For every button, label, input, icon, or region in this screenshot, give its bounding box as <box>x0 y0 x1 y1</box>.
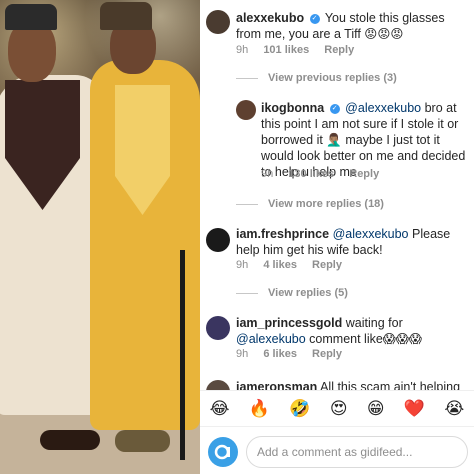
divider-line <box>236 77 258 79</box>
comment-text: iam.freshprince @alexxekubo Please help … <box>236 226 468 258</box>
comment-time: 9h <box>261 168 274 180</box>
left-man-cap <box>5 4 57 30</box>
heart-emoji-button[interactable]: ❤️ <box>404 399 425 419</box>
comment-likes[interactable]: 6 likes <box>263 348 297 360</box>
comment-text: jameronsman All this scam ain't helping <box>236 379 468 390</box>
avatar[interactable] <box>206 10 230 34</box>
comment-mention[interactable]: @alexxekubo <box>345 101 421 115</box>
comment-mention[interactable]: @alexxekubo <box>333 227 409 241</box>
gidifeed-logo-icon <box>214 444 230 460</box>
comment-jameronsman: jameronsman All this scam ain't helping <box>200 378 474 390</box>
rofl-emoji-button[interactable]: 🤣 <box>289 399 310 419</box>
avatar[interactable] <box>206 316 230 340</box>
emoji-reaction-bar: 😂 🔥 🤣 😍 😁 ❤️ 😭 <box>200 390 474 426</box>
post-photo <box>0 0 200 474</box>
comment-meta: 9h 101 likes Reply <box>236 44 366 56</box>
comment-username[interactable]: alexxekubo <box>236 11 304 25</box>
comment-time: 9h <box>236 348 249 360</box>
comment-likes[interactable]: 130 likes <box>288 168 334 180</box>
divider-line <box>236 203 258 205</box>
heart-eyes-emoji-button[interactable]: 😍 <box>330 399 348 419</box>
comment-input-bar <box>200 426 474 474</box>
reply-button[interactable]: Reply <box>349 168 379 180</box>
comment-mention[interactable]: @alexekubo <box>236 332 306 346</box>
comment-time: 9h <box>236 259 249 271</box>
comment-text: iam_princessgold waiting for @alexekubo … <box>236 315 468 347</box>
avatar[interactable] <box>206 228 230 252</box>
verified-badge-icon: ✓ <box>329 103 340 114</box>
comment-likes[interactable]: 4 likes <box>263 259 297 271</box>
comment-text: alexxekubo ✓ You stole this glasses from… <box>236 10 468 42</box>
comment-likes[interactable]: 101 likes <box>263 44 309 56</box>
comment-body-after: comment like😱😱😱 <box>309 332 422 346</box>
divider-line <box>236 292 258 294</box>
comment-username[interactable]: iam.freshprince <box>236 227 329 241</box>
comment-time: 9h <box>236 44 249 56</box>
comment-meta: 9h 130 likes Reply <box>261 168 391 180</box>
comment-input[interactable] <box>246 436 468 468</box>
comment-body-before: waiting for <box>345 316 403 330</box>
fire-emoji-button[interactable]: 🔥 <box>249 399 270 419</box>
comment-username[interactable]: jameronsman <box>236 380 317 390</box>
comment-meta: 9h 4 likes Reply <box>236 259 354 271</box>
gidifeed-avatar-icon <box>208 437 238 467</box>
view-more-replies-button[interactable]: View more replies (18) <box>236 198 384 210</box>
right-man-shoe <box>115 430 170 452</box>
reply-button[interactable]: Reply <box>324 44 354 56</box>
comment-username[interactable]: ikogbonna <box>261 101 324 115</box>
view-replies-button[interactable]: View previous replies (3) <box>236 72 397 84</box>
crying-emoji-button[interactable]: 😭 <box>444 399 464 419</box>
comment-body: All this scam ain't helping <box>320 380 461 390</box>
avatar[interactable] <box>236 100 256 120</box>
reply-button[interactable]: Reply <box>312 259 342 271</box>
verified-badge-icon: ✓ <box>309 13 320 24</box>
left-man-shoe <box>40 430 100 450</box>
avatar[interactable] <box>206 380 230 390</box>
comment-username[interactable]: iam_princessgold <box>236 316 342 330</box>
comment-meta: 9h 6 likes Reply <box>236 348 354 360</box>
view-replies-button[interactable]: View replies (5) <box>236 287 348 299</box>
reply-button[interactable]: Reply <box>312 348 342 360</box>
right-man-cap <box>100 2 152 30</box>
walking-cane <box>180 250 185 460</box>
grin-emoji-button[interactable]: 😁 <box>367 399 385 419</box>
tears-of-joy-emoji-button[interactable]: 😂 <box>210 399 230 419</box>
